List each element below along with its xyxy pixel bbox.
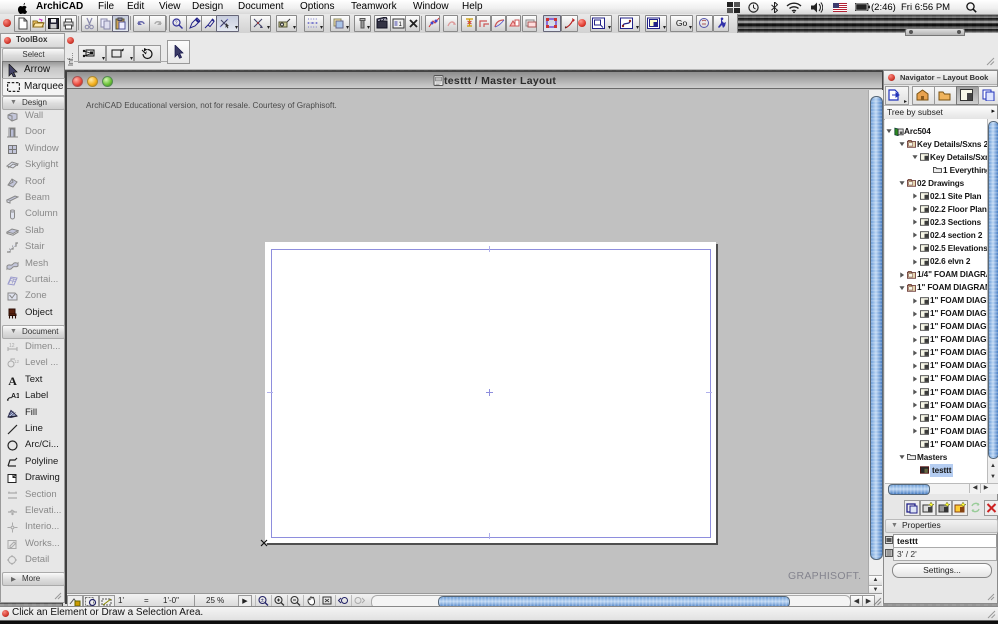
svg-text:A1: A1: [11, 393, 19, 400]
svg-text:12: 12: [14, 359, 19, 364]
svg-text:?: ?: [175, 21, 178, 27]
svg-text:±: ±: [261, 598, 264, 604]
svg-text:12: 12: [9, 343, 15, 349]
svg-text:A: A: [8, 374, 17, 387]
